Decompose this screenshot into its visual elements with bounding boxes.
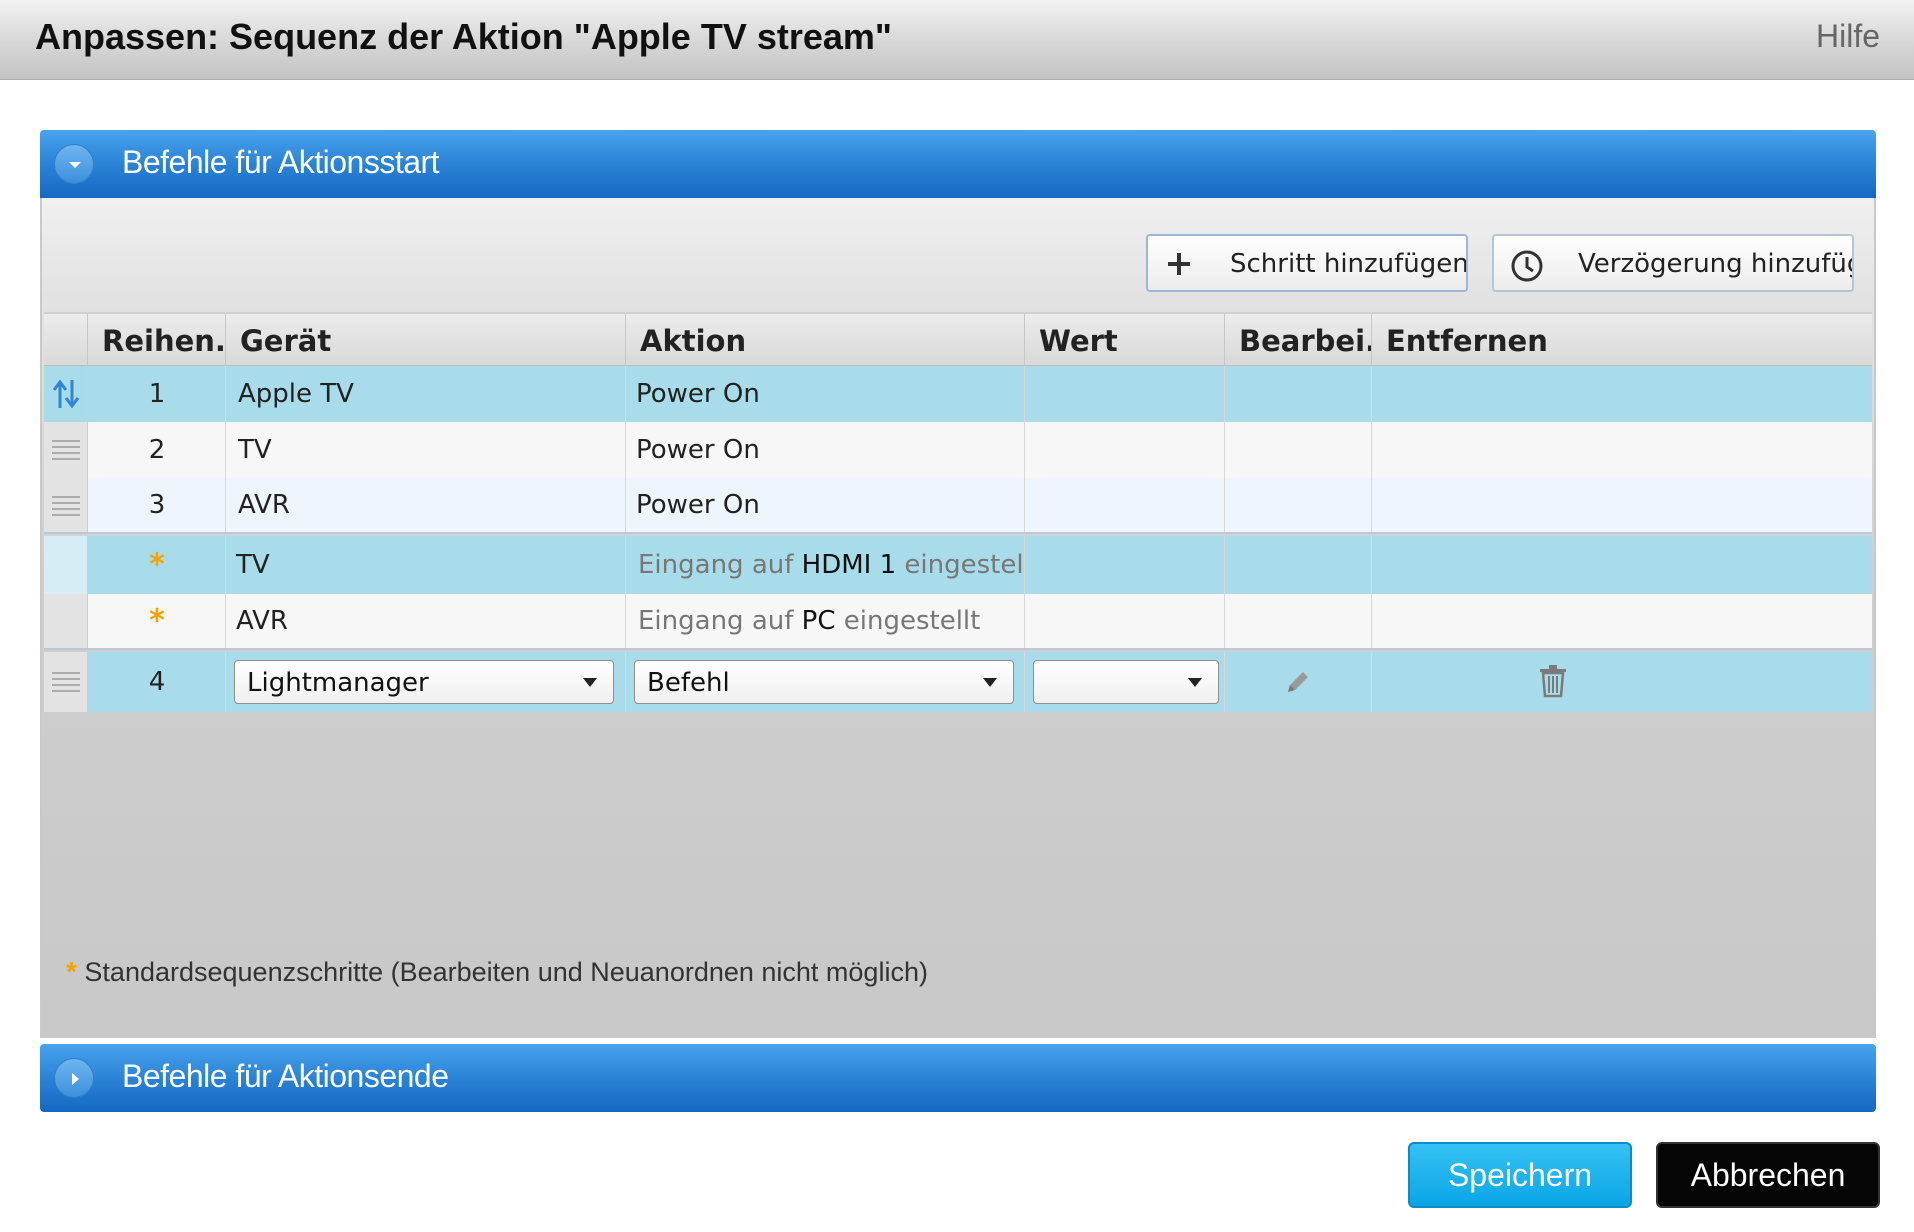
column-header-action[interactable]: Aktion: [626, 314, 1025, 368]
device-dropdown[interactable]: Lightmanager: [234, 660, 614, 704]
section-title: Befehle für Aktionsstart: [122, 144, 440, 180]
drag-handle[interactable]: [44, 652, 88, 712]
action-dropdown-value: Befehl: [647, 668, 730, 698]
row-edit: [1225, 478, 1372, 532]
row-device: AVR: [236, 606, 288, 636]
footnote-text: Standardsequenzschritte (Bearbeiten und …: [84, 957, 928, 987]
row-edit: [1225, 422, 1372, 478]
reorder-arrows-icon: [52, 379, 80, 409]
default-sequence-row: * AVR Eingang auf PC eingestellt: [44, 594, 1872, 650]
row-edit: [1225, 594, 1372, 648]
row-action: Eingang auf HDMI 1 eingestellt: [638, 550, 1024, 580]
default-step-star: *: [149, 603, 165, 639]
editable-step-row[interactable]: 4 Lightmanager Befehl: [44, 652, 1872, 712]
row-value: [1025, 366, 1225, 422]
row-value: [1025, 478, 1225, 532]
row-value: [1025, 536, 1225, 594]
row-edit: [1225, 536, 1372, 594]
chevron-down-icon: [983, 678, 997, 687]
cancel-button[interactable]: Abbrechen: [1656, 1142, 1880, 1208]
table-row[interactable]: 2 TV Power On: [44, 422, 1872, 478]
dialog-title: Anpassen: Sequenz der Aktion "Apple TV s…: [35, 16, 892, 57]
row-remove: [1372, 422, 1872, 478]
header-handle: [44, 314, 88, 368]
action-value: HDMI 1: [801, 550, 897, 580]
row-action: Power On: [636, 379, 760, 409]
device-dropdown-value: Lightmanager: [247, 668, 429, 698]
row-action: Power On: [636, 435, 760, 465]
column-header-value[interactable]: Wert: [1025, 314, 1225, 368]
chevron-down-icon: [1188, 678, 1202, 687]
row-action: Power On: [636, 490, 760, 520]
drag-lines-icon: [52, 440, 80, 460]
action-prefix: Eingang auf: [638, 550, 802, 580]
chevron-down-icon: [583, 678, 597, 687]
column-header-edit[interactable]: Bearbei...: [1225, 314, 1372, 368]
table-row[interactable]: 1 Apple TV Power On: [44, 366, 1872, 422]
row-edit: [1225, 366, 1372, 422]
action-dropdown[interactable]: Befehl: [634, 660, 1014, 704]
action-suffix: eingestellt: [835, 606, 981, 636]
row-device: AVR: [238, 490, 290, 520]
row-value: [1025, 594, 1225, 648]
add-step-button[interactable]: Schritt hinzufügen: [1146, 234, 1468, 292]
table-row[interactable]: 3 AVR Power On: [44, 478, 1872, 534]
row-remove: [1372, 536, 1872, 594]
row-remove: [1372, 594, 1872, 648]
add-step-label: Schritt hinzufügen: [1230, 249, 1468, 279]
row-remove: [1372, 366, 1872, 422]
default-step-star: *: [149, 547, 165, 583]
column-header-order[interactable]: Reihen...: [88, 314, 226, 368]
row-value: [1025, 422, 1225, 478]
row-handle-placeholder: [44, 594, 88, 648]
section-header-action-start[interactable]: Befehle für Aktionsstart: [40, 130, 1876, 198]
row-device: TV: [238, 435, 272, 465]
collapse-toggle[interactable]: [54, 144, 94, 184]
value-dropdown[interactable]: [1033, 660, 1219, 704]
column-header-device[interactable]: Gerät: [226, 314, 626, 368]
row-handle-placeholder: [44, 536, 88, 594]
action-suffix: eingestellt: [904, 550, 1024, 580]
help-link[interactable]: Hilfe: [1816, 18, 1880, 55]
drag-lines-icon: [52, 672, 80, 692]
table-header: Reihen... Gerät Aktion Wert Bearbei... E…: [44, 312, 1872, 368]
row-device: Apple TV: [238, 379, 354, 409]
clock-icon: [1511, 250, 1543, 282]
footnote: * Standardsequenzschritte (Bearbeiten un…: [66, 956, 928, 988]
column-header-remove[interactable]: Entfernen: [1372, 314, 1872, 368]
row-order: 4: [148, 667, 166, 697]
chevron-down-icon: [69, 162, 81, 168]
row-order: 2: [148, 435, 166, 465]
footnote-star: *: [66, 956, 77, 987]
pencil-icon[interactable]: [1283, 667, 1313, 697]
drag-handle[interactable]: [44, 366, 88, 422]
row-remove: [1372, 478, 1872, 532]
row-device: TV: [236, 550, 270, 580]
save-button[interactable]: Speichern: [1408, 1142, 1632, 1208]
action-value: PC: [801, 606, 836, 636]
chevron-right-icon: [72, 1073, 79, 1085]
drag-handle[interactable]: [44, 478, 88, 532]
section-panel-action-start: Schritt hinzufügen Verzögerung hinzufüg …: [40, 198, 1876, 1038]
row-order: 3: [148, 490, 166, 520]
add-delay-label: Verzögerung hinzufüg: [1578, 249, 1854, 279]
expand-toggle[interactable]: [54, 1058, 94, 1098]
row-action: Eingang auf PC eingestellt: [638, 606, 980, 636]
drag-lines-icon: [52, 496, 80, 516]
row-order: 1: [148, 379, 166, 409]
section-title: Befehle für Aktionsende: [122, 1058, 449, 1094]
drag-handle[interactable]: [44, 422, 88, 478]
add-delay-button[interactable]: Verzögerung hinzufüg: [1492, 234, 1854, 292]
default-sequence-row: * TV Eingang auf HDMI 1 eingestellt: [44, 536, 1872, 594]
section-header-action-end[interactable]: Befehle für Aktionsende: [40, 1044, 1876, 1112]
title-bar: Anpassen: Sequenz der Aktion "Apple TV s…: [0, 0, 1914, 80]
trash-icon[interactable]: [1538, 664, 1568, 698]
plus-icon: [1168, 253, 1190, 275]
action-prefix: Eingang auf: [638, 606, 802, 636]
